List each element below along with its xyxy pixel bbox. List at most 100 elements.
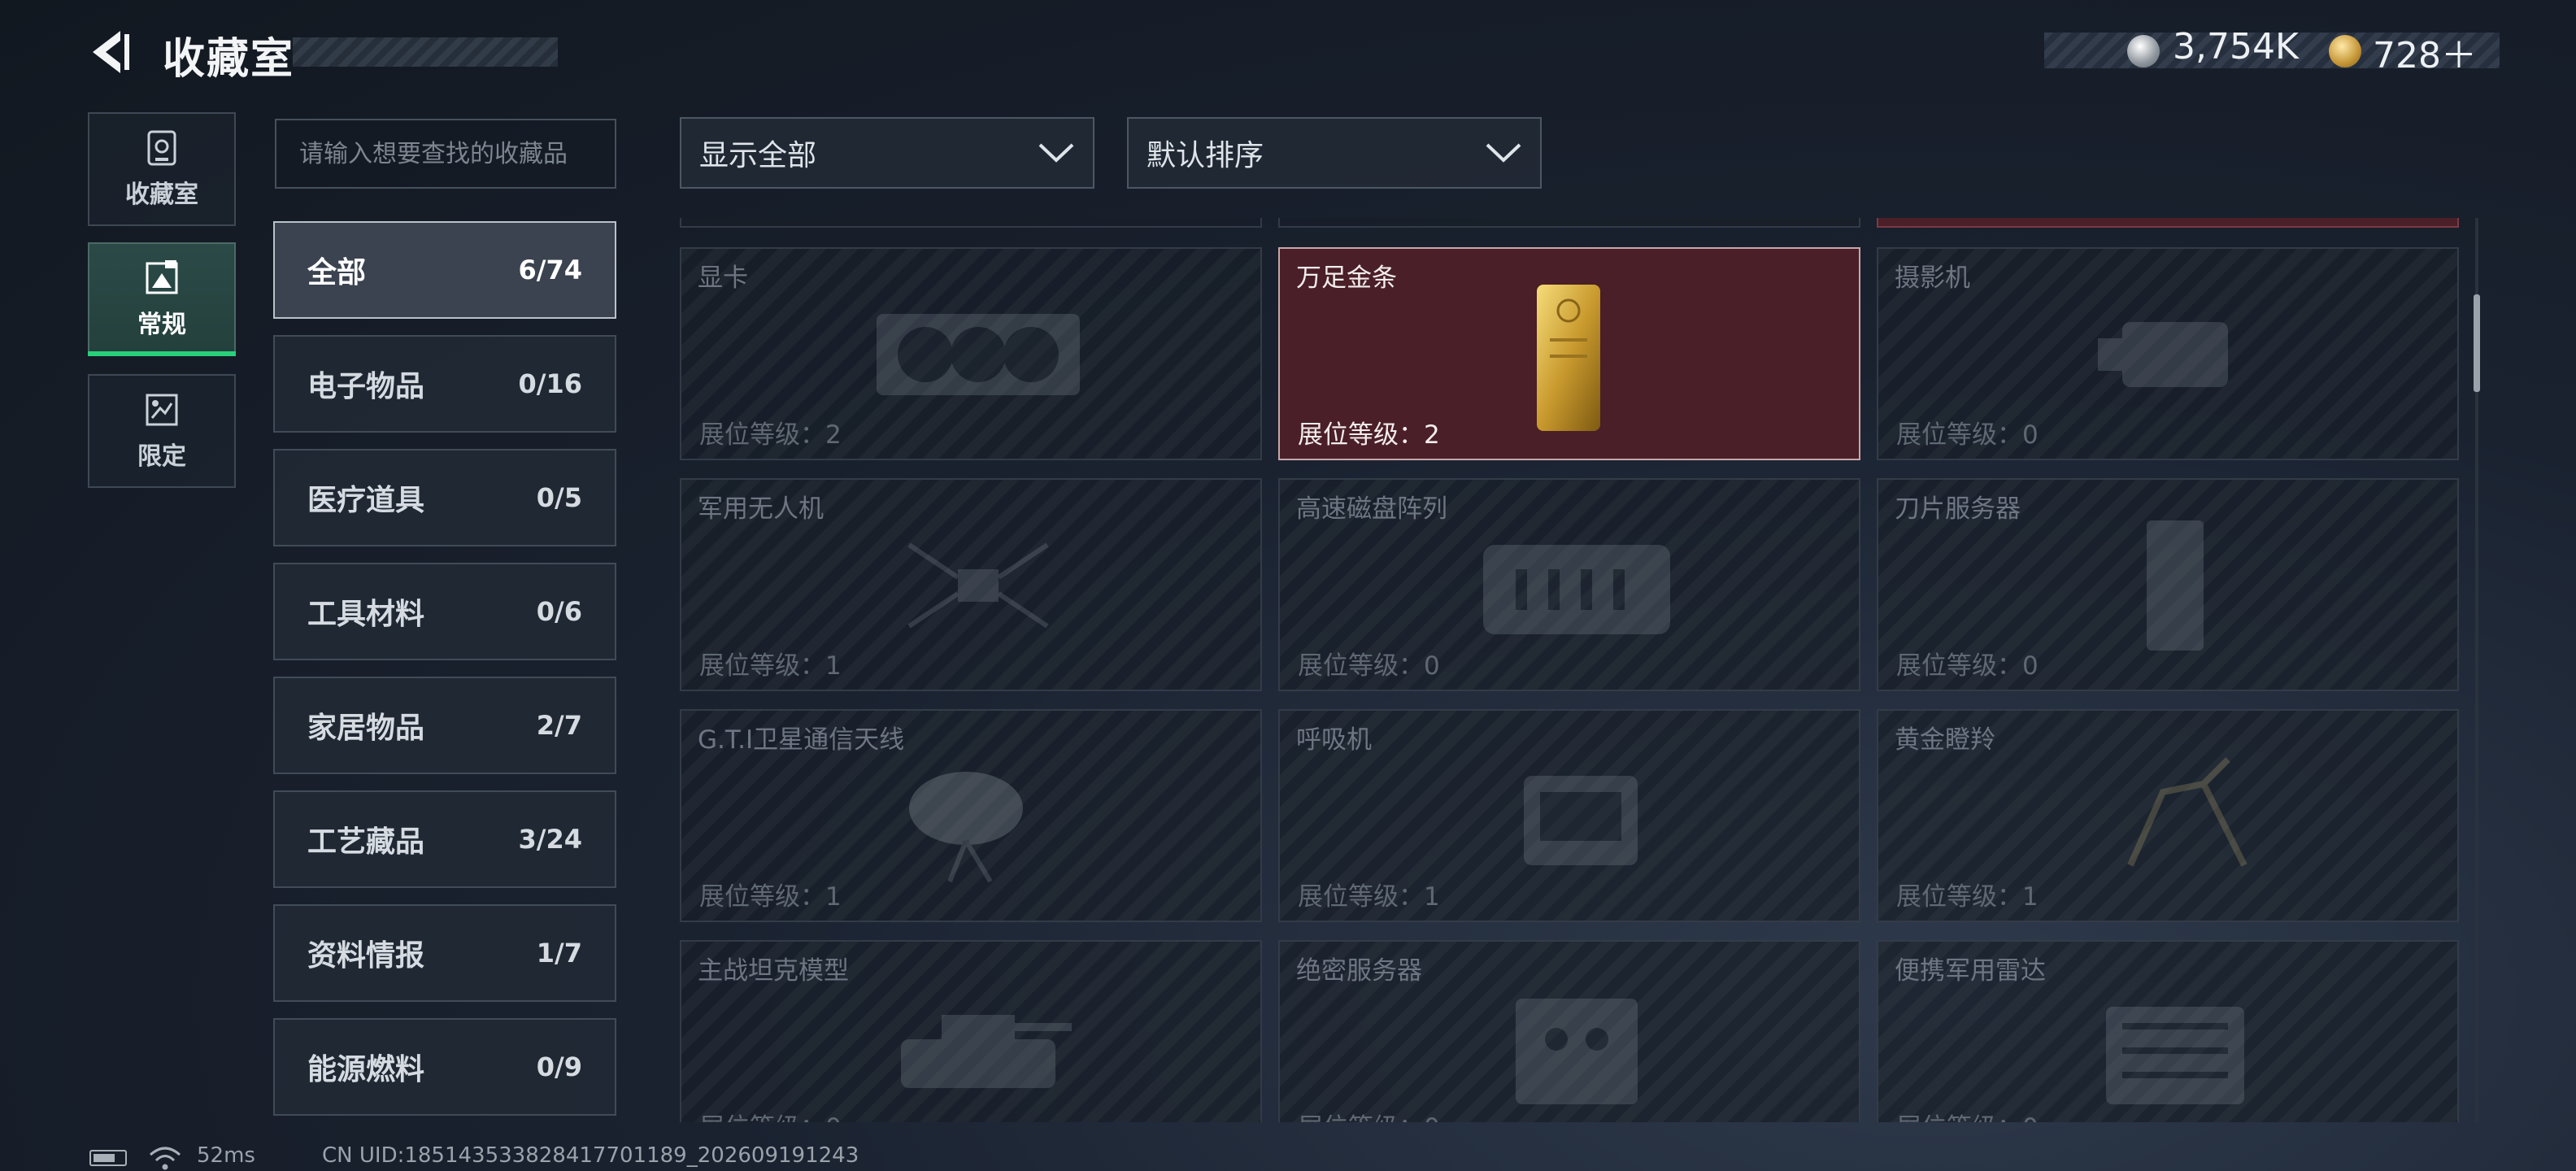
satellite-dish-icon [909, 772, 1023, 883]
item-name: 便携军用雷达 [1895, 956, 2046, 986]
item-name: 黄金瞪羚 [1895, 725, 1995, 755]
item-level: 展位等级：0 [1896, 651, 2039, 681]
category-crafts[interactable]: 工艺藏品 3/24 [273, 790, 616, 888]
item-level: 展位等级：1 [699, 651, 842, 681]
category-count: 0/6 [536, 596, 582, 627]
category-count: 1/7 [536, 938, 582, 969]
collection-item-card[interactable]: 军用无人机 展位等级：1 [680, 478, 1262, 691]
collection-item-card[interactable]: 显卡 展位等级：2 [680, 247, 1262, 460]
item-name: 绝密服务器 [1296, 956, 1422, 986]
gazelle-statue-icon [2127, 757, 2247, 867]
gold-currency-amount[interactable]: 728＋ [2373, 26, 2477, 78]
ventilator-icon [1524, 776, 1638, 865]
dropdown-value: 显示全部 [699, 139, 817, 172]
category-household[interactable]: 家居物品 2/7 [273, 677, 616, 774]
side-tab-limited[interactable]: 限定 [88, 374, 236, 488]
collection-item-card[interactable]: 刀片服务器 展位等级：0 [1877, 478, 2459, 691]
category-count: 0/9 [536, 1051, 582, 1082]
search-input[interactable] [275, 119, 616, 189]
blade-server-icon [2147, 520, 2204, 651]
active-tab-indicator [88, 351, 236, 356]
category-count: 0/16 [518, 368, 582, 399]
side-tab-collection-room[interactable]: 收藏室 [88, 112, 236, 226]
graphics-card-icon [877, 314, 1080, 395]
category-electronics[interactable]: 电子物品 0/16 [273, 335, 616, 433]
collection-item-card[interactable]: G.T.I卫星通信天线 展位等级：1 [680, 709, 1262, 922]
item-level: 展位等级：1 [699, 882, 842, 912]
sort-dropdown[interactable]: 默认排序 [1127, 117, 1542, 189]
category-count: 6/74 [518, 255, 582, 285]
collection-item-card[interactable]: 主战坦克模型 展位等级：0 [680, 940, 1262, 1122]
collection-grid[interactable]: 显卡 展位等级：2 万足金条 展位等级：2 摄影机 展位等级：0 军用无人机 展… [680, 218, 2461, 1122]
category-all[interactable]: 全部 6/74 [273, 221, 616, 319]
drone-icon [907, 542, 1049, 629]
server-icon [1516, 999, 1638, 1104]
partial-card [680, 218, 1262, 228]
item-name: 显卡 [698, 263, 748, 293]
category-name: 医疗道具 [307, 484, 425, 517]
chevron-down-icon [1038, 143, 1074, 163]
item-name: G.T.I卫星通信天线 [698, 725, 905, 755]
wifi-icon [150, 1147, 181, 1170]
camera-icon [2098, 322, 2228, 387]
collection-item-card[interactable]: 绝密服务器 展位等级：0 [1278, 940, 1860, 1122]
category-count: 2/7 [536, 710, 582, 741]
limited-icon [146, 394, 178, 426]
vault-icon [147, 130, 176, 166]
page-title: 收藏室 [163, 35, 295, 84]
side-tab-regular[interactable]: 常规 [88, 242, 236, 356]
gold-bar-icon [1537, 285, 1600, 431]
disk-array-icon [1483, 545, 1670, 634]
category-name: 资料情报 [307, 939, 425, 973]
radar-icon [2106, 1007, 2244, 1104]
uid-readout: CN UID:18514353382841770118​9_2026091912… [322, 1143, 859, 1168]
category-count: 3/24 [518, 824, 582, 855]
collection-item-card[interactable]: 万足金条 展位等级：2 [1278, 247, 1860, 460]
battery-icon [89, 1150, 127, 1166]
tank-model-icon [901, 1015, 1072, 1088]
title-decoration [293, 37, 558, 67]
item-level: 展位等级：0 [1896, 1107, 2039, 1122]
category-medical[interactable]: 医疗道具 0/5 [273, 449, 616, 546]
category-tools[interactable]: 工具材料 0/6 [273, 563, 616, 660]
image-frame-icon [146, 260, 178, 294]
silver-currency-amount: 3,754K [2173, 26, 2299, 67]
item-name: 摄影机 [1895, 263, 1970, 293]
partial-card [1877, 218, 2459, 228]
gold-coin-icon [2329, 35, 2361, 67]
item-level: 展位等级：0 [1298, 651, 1440, 681]
category-name: 全部 [307, 256, 367, 289]
item-level: 展位等级：2 [699, 420, 842, 450]
item-level: 展位等级：0 [1896, 420, 2039, 450]
collection-item-card[interactable]: 黄金瞪羚 展位等级：1 [1877, 709, 2459, 922]
silver-coin-icon [2127, 35, 2160, 67]
category-name: 电子物品 [307, 370, 425, 403]
partial-card [1278, 218, 1860, 228]
item-level: 展位等级：0 [1298, 1107, 1440, 1122]
ping-readout: 52ms [197, 1143, 255, 1168]
dropdown-value: 默认排序 [1147, 139, 1264, 172]
side-tab-label: 限定 [137, 442, 186, 471]
category-name: 工具材料 [307, 598, 425, 631]
chevron-down-icon [1486, 143, 1521, 163]
collection-item-card[interactable]: 呼吸机 展位等级：1 [1278, 709, 1860, 922]
category-energy[interactable]: 能源燃料 0/9 [273, 1018, 616, 1116]
collection-item-card[interactable]: 高速磁盘阵列 展位等级：0 [1278, 478, 1860, 691]
category-count: 0/5 [536, 482, 582, 513]
back-arrow-icon[interactable] [88, 28, 137, 76]
category-name: 工艺藏品 [307, 825, 425, 859]
category-intel[interactable]: 资料情报 1/7 [273, 904, 616, 1002]
scrollbar-thumb[interactable] [2474, 294, 2480, 392]
item-name: 军用无人机 [698, 494, 824, 524]
collection-item-card[interactable]: 便携军用雷达 展位等级：0 [1877, 940, 2459, 1122]
display-filter-dropdown[interactable]: 显示全部 [680, 117, 1094, 189]
item-level: 展位等级：2 [1298, 420, 1440, 450]
item-name: 高速磁盘阵列 [1296, 494, 1447, 524]
category-name: 能源燃料 [307, 1053, 425, 1086]
collection-item-card[interactable]: 摄影机 展位等级：0 [1877, 247, 2459, 460]
item-name: 主战坦克模型 [698, 956, 849, 986]
side-tab-label: 收藏室 [125, 181, 198, 209]
item-level: 展位等级：0 [699, 1107, 842, 1122]
item-level: 展位等级：1 [1298, 882, 1440, 912]
item-level: 展位等级：1 [1896, 882, 2039, 912]
